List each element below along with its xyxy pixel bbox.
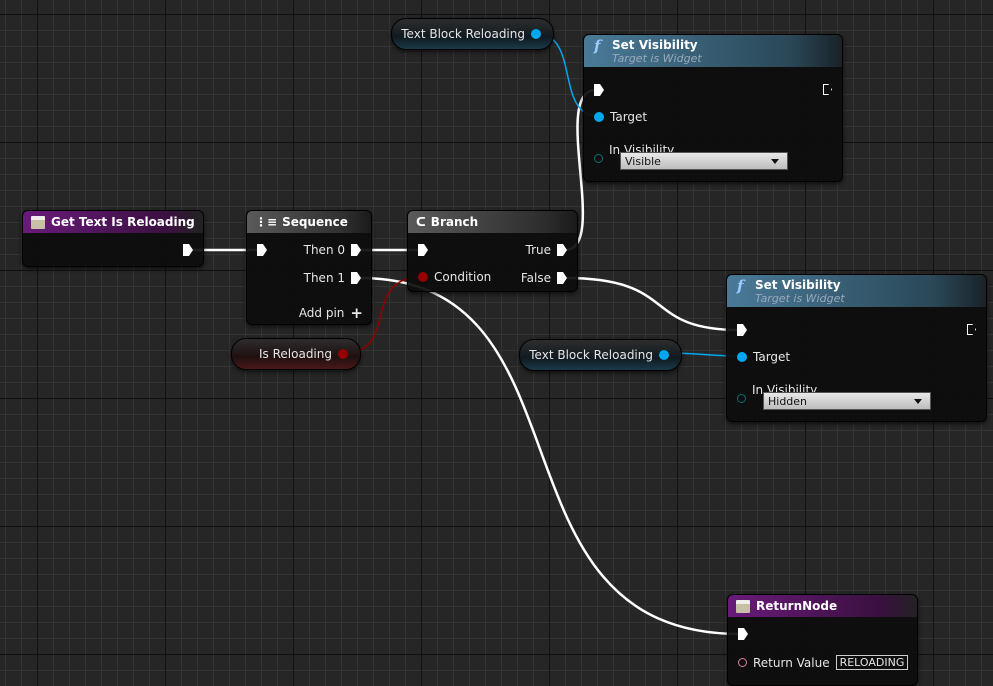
target-pin[interactable] xyxy=(594,112,604,122)
function-icon: f xyxy=(594,37,601,55)
sequence-node[interactable]: ⋮≡ Sequence Then 0 Then 1 Add pin + xyxy=(246,210,372,325)
text-block-reloading-var-2[interactable]: Text Block Reloading xyxy=(519,339,682,371)
exec-out-pin[interactable] xyxy=(183,244,193,256)
exec-in-pin[interactable] xyxy=(257,244,267,256)
exec-in-pin[interactable] xyxy=(418,244,428,256)
text-pin[interactable] xyxy=(738,658,747,667)
false-pin[interactable] xyxy=(557,272,567,284)
then1-pin[interactable] xyxy=(351,272,361,284)
set-visibility-node-2[interactable]: f Set Visibility Target is Widget Target I… xyxy=(726,274,987,422)
visibility-pin[interactable] xyxy=(594,154,603,163)
is-reloading-var[interactable]: Is Reloading xyxy=(231,338,361,370)
then0-pin[interactable] xyxy=(351,244,361,256)
return-value-input[interactable]: RELOADING xyxy=(835,655,909,670)
branch-icon: ᑕ xyxy=(416,215,426,229)
add-pin-button[interactable]: Add pin + xyxy=(299,304,363,322)
function-return-icon xyxy=(736,599,750,613)
object-out-pin[interactable] xyxy=(659,350,669,360)
exec-out-pin[interactable] xyxy=(823,84,832,95)
condition-pin[interactable] xyxy=(418,272,428,282)
branch-node[interactable]: ᑕ Branch Condition True False xyxy=(407,210,578,292)
get-text-is-reloading-node[interactable]: Get Text Is Reloading xyxy=(22,210,204,267)
wire-exec-false-setvis2 xyxy=(564,276,741,332)
function-entry-icon xyxy=(31,215,45,229)
visibility-pin[interactable] xyxy=(737,394,746,403)
return-node[interactable]: ReturnNode Return Value RELOADING xyxy=(727,594,918,686)
plus-icon: + xyxy=(350,304,363,322)
exec-in-pin[interactable] xyxy=(738,628,748,640)
exec-in-pin[interactable] xyxy=(737,324,747,336)
wire-exec-then1-return xyxy=(359,276,741,636)
text-block-reloading-var-1[interactable]: Text Block Reloading xyxy=(391,18,554,50)
exec-out-pin[interactable] xyxy=(967,324,976,335)
sequence-icon: ⋮≡ xyxy=(255,215,278,229)
set-visibility-node-1[interactable]: f Set Visibility Target is Widget Target I… xyxy=(583,34,843,182)
exec-in-pin[interactable] xyxy=(594,84,604,96)
object-out-pin[interactable] xyxy=(531,29,541,39)
function-icon: f xyxy=(737,277,744,295)
visibility-dropdown[interactable]: Hidden xyxy=(763,392,931,410)
bool-out-pin[interactable] xyxy=(338,349,348,359)
chevron-down-icon xyxy=(914,399,922,404)
true-pin[interactable] xyxy=(557,244,567,256)
target-pin[interactable] xyxy=(737,352,747,362)
chevron-down-icon xyxy=(771,159,779,164)
visibility-dropdown[interactable]: Visible xyxy=(620,152,788,170)
